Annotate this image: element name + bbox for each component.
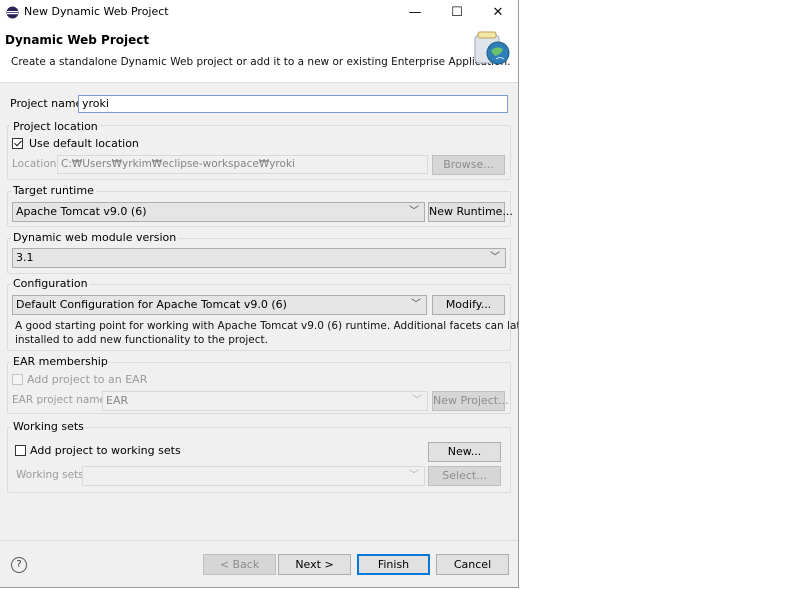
working-sets-label: Working sets:	[16, 469, 88, 481]
ear-membership-title: EAR membership	[11, 355, 110, 368]
minimize-button[interactable]: —	[395, 0, 435, 25]
new-working-set-button[interactable]: New...	[428, 442, 501, 462]
working-sets-title: Working sets	[11, 420, 86, 433]
wizard-header: Dynamic Web Project Create a standalone …	[0, 25, 518, 83]
location-label: Location:	[12, 158, 60, 170]
add-to-ear-label: Add project to an EAR	[27, 373, 148, 386]
chevron-down-icon: ﹀	[409, 470, 419, 481]
project-name-input[interactable]: yroki	[78, 95, 508, 113]
close-button[interactable]: ✕	[478, 0, 518, 25]
project-name-label: Project name:	[10, 97, 87, 110]
add-to-working-sets-label: Add project to working sets	[30, 444, 181, 457]
add-to-ear-checkbox[interactable]	[12, 374, 23, 385]
chevron-down-icon: ﹀	[490, 252, 500, 263]
next-button[interactable]: Next >	[278, 554, 351, 575]
target-runtime-select[interactable]: Apache Tomcat v9.0 (6) ﹀	[12, 202, 425, 222]
working-sets-select[interactable]: ﹀	[82, 466, 425, 486]
chevron-down-icon: ﹀	[411, 299, 421, 310]
help-icon[interactable]: ?	[11, 557, 27, 573]
target-runtime-value: Apache Tomcat v9.0 (6)	[16, 205, 147, 218]
eclipse-icon	[6, 6, 19, 19]
ear-project-name-select[interactable]: EAR ﹀	[102, 391, 428, 411]
configuration-description-line2: installed to add new functionality to th…	[15, 334, 268, 346]
chevron-down-icon: ﹀	[412, 395, 422, 406]
select-working-sets-button[interactable]: Select...	[428, 466, 501, 486]
footer-divider	[0, 540, 518, 541]
browse-button[interactable]: Browse...	[432, 155, 505, 175]
project-location-title: Project location	[11, 120, 100, 133]
maximize-button[interactable]: ☐	[437, 0, 477, 25]
use-default-location-label: Use default location	[29, 137, 139, 150]
configuration-title: Configuration	[11, 277, 90, 290]
back-button[interactable]: < Back	[203, 554, 276, 575]
modify-button[interactable]: Modify...	[432, 295, 505, 315]
web-project-wizard-icon	[474, 31, 510, 65]
target-runtime-title: Target runtime	[11, 184, 96, 197]
configuration-value: Default Configuration for Apache Tomcat …	[16, 298, 287, 311]
finish-button[interactable]: Finish	[357, 554, 430, 575]
ear-project-name-label: EAR project name:	[12, 394, 110, 406]
title-bar: New Dynamic Web Project — ☐ ✕	[0, 0, 518, 25]
ear-project-name-value: EAR	[106, 394, 129, 407]
module-version-value: 3.1	[16, 251, 34, 264]
add-to-working-sets-checkbox[interactable]	[15, 445, 26, 456]
new-project-button[interactable]: New Project...	[432, 391, 509, 411]
window-title: New Dynamic Web Project	[24, 5, 169, 18]
configuration-description-line1: A good starting point for working with A…	[15, 320, 519, 332]
page-description: Create a standalone Dynamic Web project …	[11, 56, 511, 68]
chevron-down-icon: ﹀	[409, 206, 419, 217]
new-runtime-button[interactable]: New Runtime...	[428, 202, 513, 222]
module-version-title: Dynamic web module version	[11, 231, 179, 244]
page-title: Dynamic Web Project	[5, 33, 150, 47]
use-default-location-checkbox[interactable]	[12, 138, 23, 149]
location-field[interactable]: C:₩Users₩yrkim₩eclipse-workspace₩yroki	[57, 155, 428, 174]
new-dynamic-web-project-dialog: New Dynamic Web Project — ☐ ✕ Dynamic We…	[0, 0, 519, 588]
module-version-select[interactable]: 3.1 ﹀	[12, 248, 506, 268]
cancel-button[interactable]: Cancel	[436, 554, 509, 575]
configuration-select[interactable]: Default Configuration for Apache Tomcat …	[12, 295, 427, 315]
